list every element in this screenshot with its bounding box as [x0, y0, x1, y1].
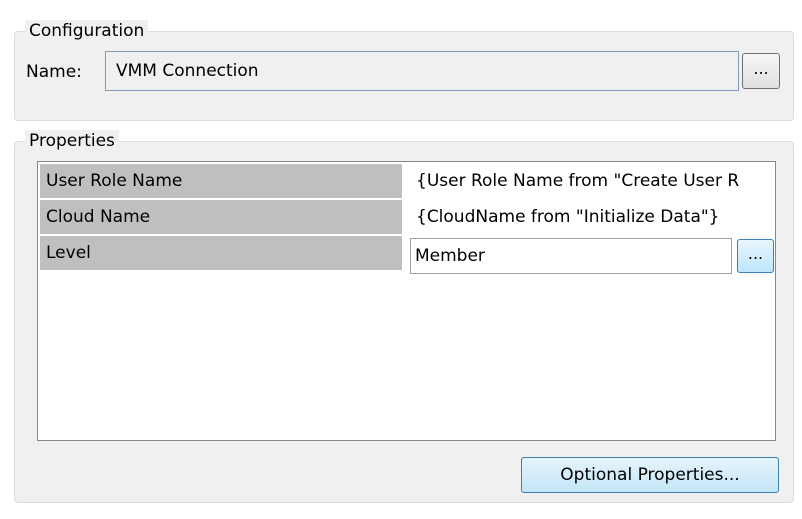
property-value[interactable]: {CloudName from "Initialize Data"}	[406, 200, 773, 236]
name-field[interactable]: VMM Connection	[105, 51, 739, 91]
name-browse-button[interactable]: ...	[742, 53, 780, 89]
optional-properties-button[interactable]: Optional Properties...	[521, 457, 779, 493]
property-name: Level	[40, 236, 402, 270]
property-row-cloud-name[interactable]: Cloud Name {CloudName from "Initialize D…	[40, 200, 773, 236]
level-value-input[interactable]: Member	[410, 238, 732, 274]
properties-grid: User Role Name {User Role Name from "Cre…	[37, 161, 776, 441]
property-row-user-role-name[interactable]: User Role Name {User Role Name from "Cre…	[40, 164, 773, 200]
property-row-level[interactable]: Level Member ...	[40, 236, 774, 278]
configuration-group: Configuration Name: VMM Connection ...	[14, 20, 794, 121]
properties-group: Properties User Role Name {User Role Nam…	[14, 130, 794, 503]
property-name: User Role Name	[40, 164, 402, 198]
configuration-legend: Configuration	[25, 20, 149, 42]
name-label: Name:	[26, 62, 82, 82]
property-value[interactable]: {User Role Name from "Create User R	[406, 164, 773, 200]
property-name: Cloud Name	[40, 200, 402, 234]
level-browse-button[interactable]: ...	[737, 239, 774, 273]
properties-legend: Properties	[25, 130, 119, 152]
